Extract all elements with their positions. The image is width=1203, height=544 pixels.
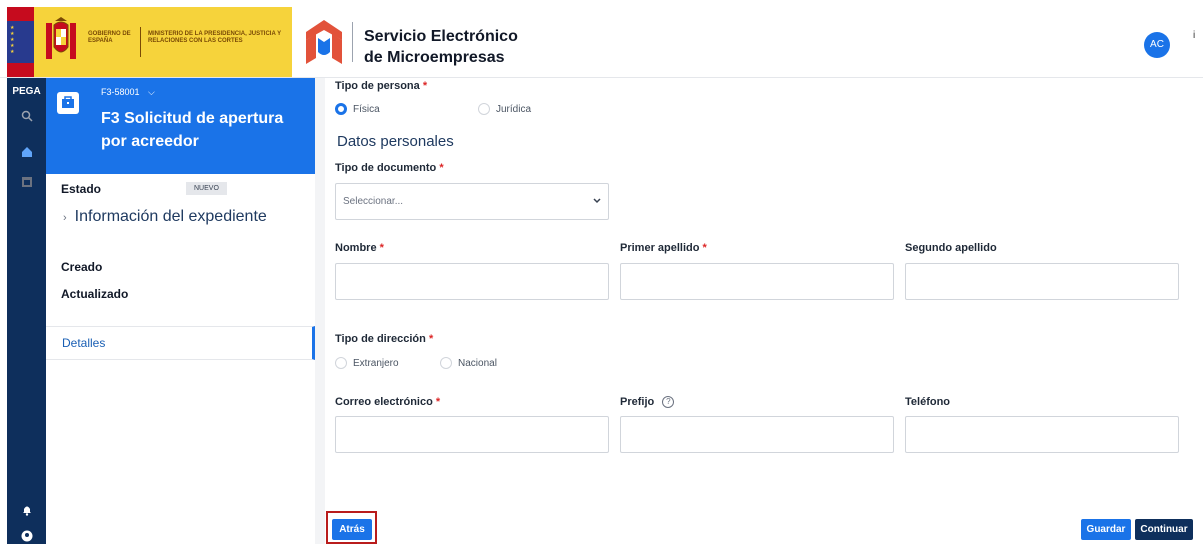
case-id[interactable]: F3-58001 ⌵: [101, 87, 155, 98]
radio-extranjero[interactable]: Extranjero: [335, 357, 399, 369]
correo-label-text: Correo electrónico: [335, 396, 433, 408]
tab-detalles[interactable]: Detalles: [46, 326, 315, 360]
annotation-highlight-box: [326, 511, 377, 544]
app-title-line2: de Microempresas: [364, 49, 505, 66]
tipo-documento-label-text: Tipo de documento: [335, 162, 437, 174]
main-form: Tipo de persona * Física Jurídica Datos …: [325, 78, 1203, 544]
panel-divider: [315, 78, 325, 544]
chevron-down-icon: [593, 198, 601, 204]
select-placeholder: Seleccionar...: [343, 196, 404, 207]
government-banner: ★ ★ ★ ★ ★ GOBIERNO DE ESPAÑA MINISTERIO DE L…: [7, 7, 292, 77]
pega-logo: PEGA: [12, 86, 41, 97]
continue-button[interactable]: Continuar: [1135, 519, 1193, 540]
radio-nacional-label: Nacional: [458, 357, 497, 369]
radio-unselected-icon: [440, 357, 452, 369]
case-info-link[interactable]: › Información del expediente: [63, 208, 267, 226]
segundo-apellido-label: Segundo apellido: [905, 242, 997, 254]
tipo-persona-label: Tipo de persona *: [335, 80, 427, 92]
bell-icon[interactable]: [19, 502, 35, 518]
app-title: Servicio Electrónico de Microempresas: [364, 26, 584, 68]
required-mark: *: [435, 396, 441, 408]
radio-fisica-label: Física: [353, 103, 380, 115]
user-icon[interactable]: [19, 528, 35, 544]
case-header: F3-58001 ⌵ F3 Solicitud de apertura por …: [46, 78, 315, 174]
left-nav-rail: PEGA: [7, 78, 46, 544]
radio-fisica[interactable]: Física: [335, 103, 380, 115]
gov-divider: [140, 27, 141, 57]
nombre-input[interactable]: [335, 263, 609, 300]
tipo-direccion-label: Tipo de dirección *: [335, 333, 433, 345]
top-header: ★ ★ ★ ★ ★ GOBIERNO DE ESPAÑA MINISTERIO DE L…: [0, 0, 1203, 78]
telefono-input[interactable]: [905, 416, 1179, 453]
user-avatar[interactable]: AC: [1144, 32, 1170, 58]
radio-juridica[interactable]: Jurídica: [478, 103, 531, 115]
info-icon[interactable]: i: [1193, 30, 1195, 41]
briefcase-icon: [57, 92, 79, 114]
required-mark: *: [422, 80, 428, 92]
status-badge: NUEVO: [186, 182, 227, 195]
nombre-label-text: Nombre: [335, 242, 377, 254]
required-mark: *: [439, 162, 444, 174]
required-mark: *: [379, 242, 384, 254]
save-button[interactable]: Guardar: [1081, 519, 1131, 540]
search-icon[interactable]: [19, 108, 35, 124]
required-mark: *: [428, 333, 434, 345]
tipo-persona-label-text: Tipo de persona: [335, 80, 420, 92]
stars-decoration: ★ ★ ★ ★ ★: [10, 25, 15, 55]
prefijo-label-text: Prefijo: [620, 396, 655, 408]
case-title: F3 Solicitud de apertura por acreedor: [101, 110, 284, 150]
case-id-text: F3-58001: [101, 87, 140, 97]
home-icon[interactable]: [19, 144, 35, 160]
app-title-line1: Servicio Electrónico: [364, 28, 518, 45]
case-summary-panel: Estado NUEVO › Información del expediente…: [46, 174, 315, 544]
gov-text-ministerio: MINISTERIO DE LA PRESIDENCIA, JUSTICIA Y…: [148, 31, 282, 44]
telefono-label: Teléfono: [905, 396, 951, 408]
eu-flag-strip: ★ ★ ★ ★ ★: [7, 7, 34, 77]
tipo-documento-label: Tipo de documento *: [335, 162, 444, 174]
correo-input[interactable]: [335, 416, 609, 453]
chevron-down-icon: ⌵: [148, 87, 155, 97]
app-title-divider: [352, 22, 353, 62]
primer-apellido-label: Primer apellido *: [620, 242, 707, 254]
chevron-right-icon: ›: [63, 212, 67, 224]
radio-juridica-label: Jurídica: [496, 103, 532, 115]
radio-unselected-icon: [335, 357, 347, 369]
radio-extranjero-label: Extranjero: [353, 357, 399, 369]
required-mark: *: [702, 242, 707, 254]
tipo-documento-select[interactable]: Seleccionar...: [335, 183, 609, 220]
nombre-label: Nombre *: [335, 242, 384, 254]
radio-selected-icon: [335, 103, 347, 115]
radio-nacional[interactable]: Nacional: [440, 357, 497, 369]
gov-text-gobierno: GOBIERNO DE ESPAÑA: [88, 31, 131, 44]
prefijo-input[interactable]: [620, 416, 894, 453]
creado-label: Creado: [61, 260, 103, 274]
help-icon[interactable]: ?: [662, 396, 675, 409]
actualizado-label: Actualizado: [61, 287, 129, 301]
segundo-apellido-input[interactable]: [905, 263, 1179, 300]
coat-of-arms-icon: [46, 17, 76, 59]
section-title-datos-personales: Datos personales: [337, 133, 454, 150]
primer-apellido-input[interactable]: [620, 263, 894, 300]
radio-unselected-icon: [478, 103, 490, 115]
tipo-direccion-label-text: Tipo de dirección: [335, 333, 426, 345]
prefijo-label: Prefijo ?: [620, 396, 675, 409]
correo-label: Correo electrónico *: [335, 396, 440, 408]
tab-detalles-label: Detalles: [62, 336, 106, 350]
primer-apellido-label-text: Primer apellido: [620, 242, 700, 254]
estado-label: Estado: [61, 182, 102, 196]
app-logo-icon: [306, 20, 342, 64]
calendar-icon[interactable]: [19, 174, 35, 190]
case-info-label: Información del expediente: [74, 208, 267, 225]
